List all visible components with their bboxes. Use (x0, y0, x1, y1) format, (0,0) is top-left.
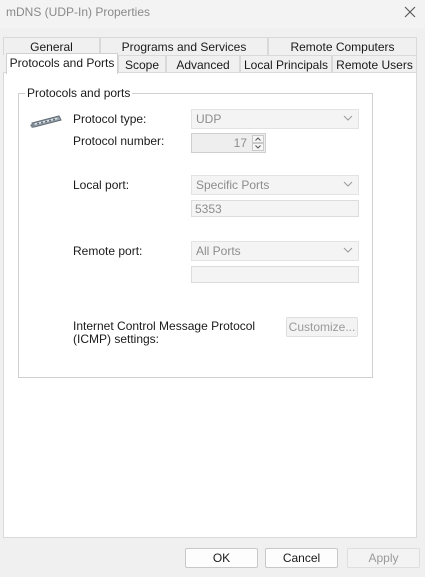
group-title: Protocols and ports (25, 86, 133, 100)
spin-up-button[interactable] (252, 135, 264, 143)
spin-down-button[interactable] (252, 143, 264, 151)
chevron-down-icon (343, 181, 353, 187)
close-button[interactable] (397, 0, 425, 24)
remote-port-input[interactable] (191, 266, 359, 283)
local-port-select[interactable]: Specific Ports (191, 175, 359, 195)
apply-button[interactable]: Apply (347, 548, 420, 568)
protocol-number-spinner[interactable]: 17 (191, 133, 266, 153)
local-port-value: Specific Ports (196, 178, 270, 192)
ok-button[interactable]: OK (185, 548, 258, 568)
window-title: mDNS (UDP-In) Properties (6, 5, 151, 19)
protocol-number-value: 17 (233, 136, 247, 150)
local-port-input[interactable]: 5353 (191, 200, 359, 217)
local-port-label: Local port: (73, 178, 130, 192)
protocol-type-label: Protocol type: (73, 112, 147, 126)
protocol-type-select[interactable]: UDP (191, 109, 359, 129)
local-port-number: 5353 (195, 202, 222, 216)
chevron-up-icon (255, 137, 261, 141)
chevron-down-icon (343, 115, 353, 121)
title-bar: mDNS (UDP-In) Properties (0, 0, 425, 28)
protocol-type-value: UDP (196, 112, 222, 126)
close-icon (404, 6, 416, 18)
protocol-number-label: Protocol number: (73, 134, 165, 148)
tab-scope[interactable]: Scope (118, 55, 166, 73)
cancel-button[interactable]: Cancel (265, 548, 338, 568)
network-cable-icon (29, 112, 63, 133)
tab-protocols-and-ports[interactable]: Protocols and Ports (6, 53, 118, 74)
customize-button[interactable]: Customize... (286, 317, 358, 337)
remote-port-select[interactable]: All Ports (191, 241, 359, 261)
icmp-label-line2: (ICMP) settings: (73, 332, 160, 346)
tab-remote-computers[interactable]: Remote Computers (268, 37, 417, 55)
tab-remote-users[interactable]: Remote Users (332, 55, 417, 73)
chevron-down-icon (343, 247, 353, 253)
tab-programs-and-services[interactable]: Programs and Services (100, 37, 268, 55)
chevron-down-icon (255, 145, 261, 149)
tab-local-principals[interactable]: Local Principals (240, 55, 332, 73)
remote-port-value: All Ports (196, 244, 241, 258)
tab-advanced[interactable]: Advanced (166, 55, 240, 73)
remote-port-label: Remote port: (73, 244, 143, 258)
icmp-label-line1: Internet Control Message Protocol (73, 319, 256, 333)
